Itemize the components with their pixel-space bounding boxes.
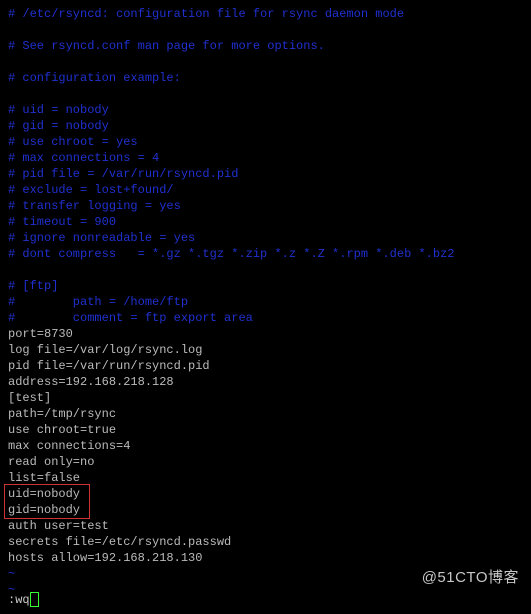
comment-line: # dont compress = *.gz *.tgz *.zip *.z *… (8, 246, 523, 262)
comment-line: # transfer logging = yes (8, 198, 523, 214)
command-text: :wq (8, 593, 30, 607)
config-gid: gid=nobody (8, 502, 523, 518)
config-hosts-allow: hosts allow=192.168.218.130 (8, 550, 523, 566)
comment-line: # See rsyncd.conf man page for more opti… (8, 38, 523, 54)
comment-line: # exclude = lost+found/ (8, 182, 523, 198)
config-address: address=192.168.218.128 (8, 374, 523, 390)
vim-command-line[interactable]: :wq (8, 592, 39, 608)
comment-line: # uid = nobody (8, 102, 523, 118)
config-max-connections: max connections=4 (8, 438, 523, 454)
comment-line: # pid file = /var/run/rsyncd.pid (8, 166, 523, 182)
config-pid-file: pid file=/var/run/rsyncd.pid (8, 358, 523, 374)
config-secrets-file: secrets file=/etc/rsyncd.passwd (8, 534, 523, 550)
config-path: path=/tmp/rsync (8, 406, 523, 422)
comment-line: # ignore nonreadable = yes (8, 230, 523, 246)
comment-line: # /etc/rsyncd: configuration file for rs… (8, 6, 523, 22)
config-section: [test] (8, 390, 523, 406)
blank-line (8, 262, 523, 278)
comment-line: # timeout = 900 (8, 214, 523, 230)
comment-line: # gid = nobody (8, 118, 523, 134)
blank-line (8, 54, 523, 70)
comment-line: # max connections = 4 (8, 150, 523, 166)
config-read-only: read only=no (8, 454, 523, 470)
cursor-icon (30, 592, 39, 607)
config-log-file: log file=/var/log/rsync.log (8, 342, 523, 358)
blank-line (8, 22, 523, 38)
config-port: port=8730 (8, 326, 523, 342)
editor-content[interactable]: # /etc/rsyncd: configuration file for rs… (8, 6, 523, 598)
comment-line: # use chroot = yes (8, 134, 523, 150)
config-uid: uid=nobody (8, 486, 523, 502)
config-use-chroot: use chroot=true (8, 422, 523, 438)
comment-line: # configuration example: (8, 70, 523, 86)
watermark-text: @51CTO博客 (422, 570, 519, 586)
config-auth-user: auth user=test (8, 518, 523, 534)
comment-line: # comment = ftp export area (8, 310, 523, 326)
blank-line (8, 86, 523, 102)
comment-line: # [ftp] (8, 278, 523, 294)
comment-line: # path = /home/ftp (8, 294, 523, 310)
config-list: list=false (8, 470, 523, 486)
